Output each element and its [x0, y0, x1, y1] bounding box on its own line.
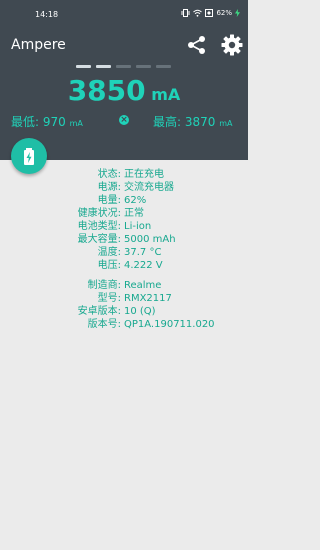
info-label: 状态:	[97, 169, 121, 180]
info-label: 电量:	[97, 195, 121, 206]
max-label: 最高:	[153, 115, 182, 129]
info-row-health: 健康状况: 正常	[0, 208, 248, 220]
info-row-android-version: 安卓版本: 10 (Q)	[0, 306, 248, 318]
info-row-temperature: 温度: 37.7 °C	[0, 247, 248, 259]
app-bar: Ampere	[0, 30, 248, 60]
info-label: 温度:	[97, 247, 121, 258]
reset-icon[interactable]: ×	[119, 115, 129, 125]
wifi-icon	[193, 9, 203, 17]
info-row-power-source: 电源: 交流充电器	[0, 182, 248, 194]
vibrate-icon	[181, 9, 190, 17]
info-label: 电池类型:	[77, 221, 121, 232]
level-dash	[96, 65, 111, 68]
charging-icon	[235, 9, 240, 17]
info-value: RMX2117	[124, 293, 172, 304]
info-row-capacity: 最大容量: 5000 mAh	[0, 234, 248, 246]
info-value: 正在充电	[124, 169, 164, 180]
info-label: 电压:	[97, 260, 121, 271]
app-title: Ampere	[11, 37, 66, 53]
info-label: 健康状况:	[77, 208, 121, 219]
level-dash	[116, 65, 131, 68]
info-value: Realme	[124, 280, 162, 291]
min-unit: mA	[69, 119, 83, 128]
level-dash	[136, 65, 151, 68]
info-label: 版本号:	[87, 319, 121, 330]
info-value: 交流充电器	[124, 182, 174, 193]
info-row-technology: 电池类型: Li-ion	[0, 221, 248, 233]
info-label: 制造商:	[87, 280, 121, 291]
current-reading: 3850 mA	[0, 74, 248, 107]
status-icons: 62%	[181, 9, 240, 17]
status-time: 14:18	[35, 10, 59, 19]
gear-icon[interactable]	[220, 33, 244, 57]
info-label: 最大容量:	[77, 234, 121, 245]
max-value: 3870	[184, 115, 216, 129]
level-dash	[76, 65, 91, 68]
info-row-level: 电量: 62%	[0, 195, 248, 207]
status-bar: 14:18 62%	[0, 0, 248, 30]
info-row-status: 状态: 正在充电	[0, 169, 248, 181]
current-value: 3850	[67, 74, 146, 107]
info-label: 型号:	[97, 293, 121, 304]
info-value: 37.7 °C	[124, 247, 162, 258]
info-value: 10 (Q)	[124, 306, 156, 317]
info-row-build-number: 版本号: QP1A.190711.020	[0, 319, 248, 331]
level-dash	[156, 65, 171, 68]
info-value: QP1A.190711.020	[124, 319, 215, 330]
info-row-manufacturer: 制造商: Realme	[0, 280, 248, 292]
current-unit: mA	[151, 85, 181, 104]
info-value: 正常	[124, 208, 144, 219]
min-value: 970	[42, 115, 66, 129]
max-unit: mA	[219, 119, 233, 128]
min-label: 最低:	[11, 115, 40, 129]
min-reading: 最低: 970 mA	[11, 113, 83, 130]
max-reading: 最高: 3870 mA	[153, 113, 233, 130]
info-row-voltage: 电压: 4.222 V	[0, 260, 248, 272]
info-value: 4.222 V	[124, 260, 163, 271]
info-value: 62%	[124, 195, 147, 206]
info-row-model: 型号: RMX2117	[0, 293, 248, 305]
battery-saver-icon	[205, 9, 214, 17]
info-value: 5000 mAh	[124, 234, 176, 245]
info-label: 电源:	[97, 182, 121, 193]
share-icon[interactable]	[186, 34, 208, 56]
info-value: Li-ion	[124, 221, 152, 232]
battery-percent: 62%	[216, 9, 232, 17]
info-label: 安卓版本:	[77, 306, 121, 317]
